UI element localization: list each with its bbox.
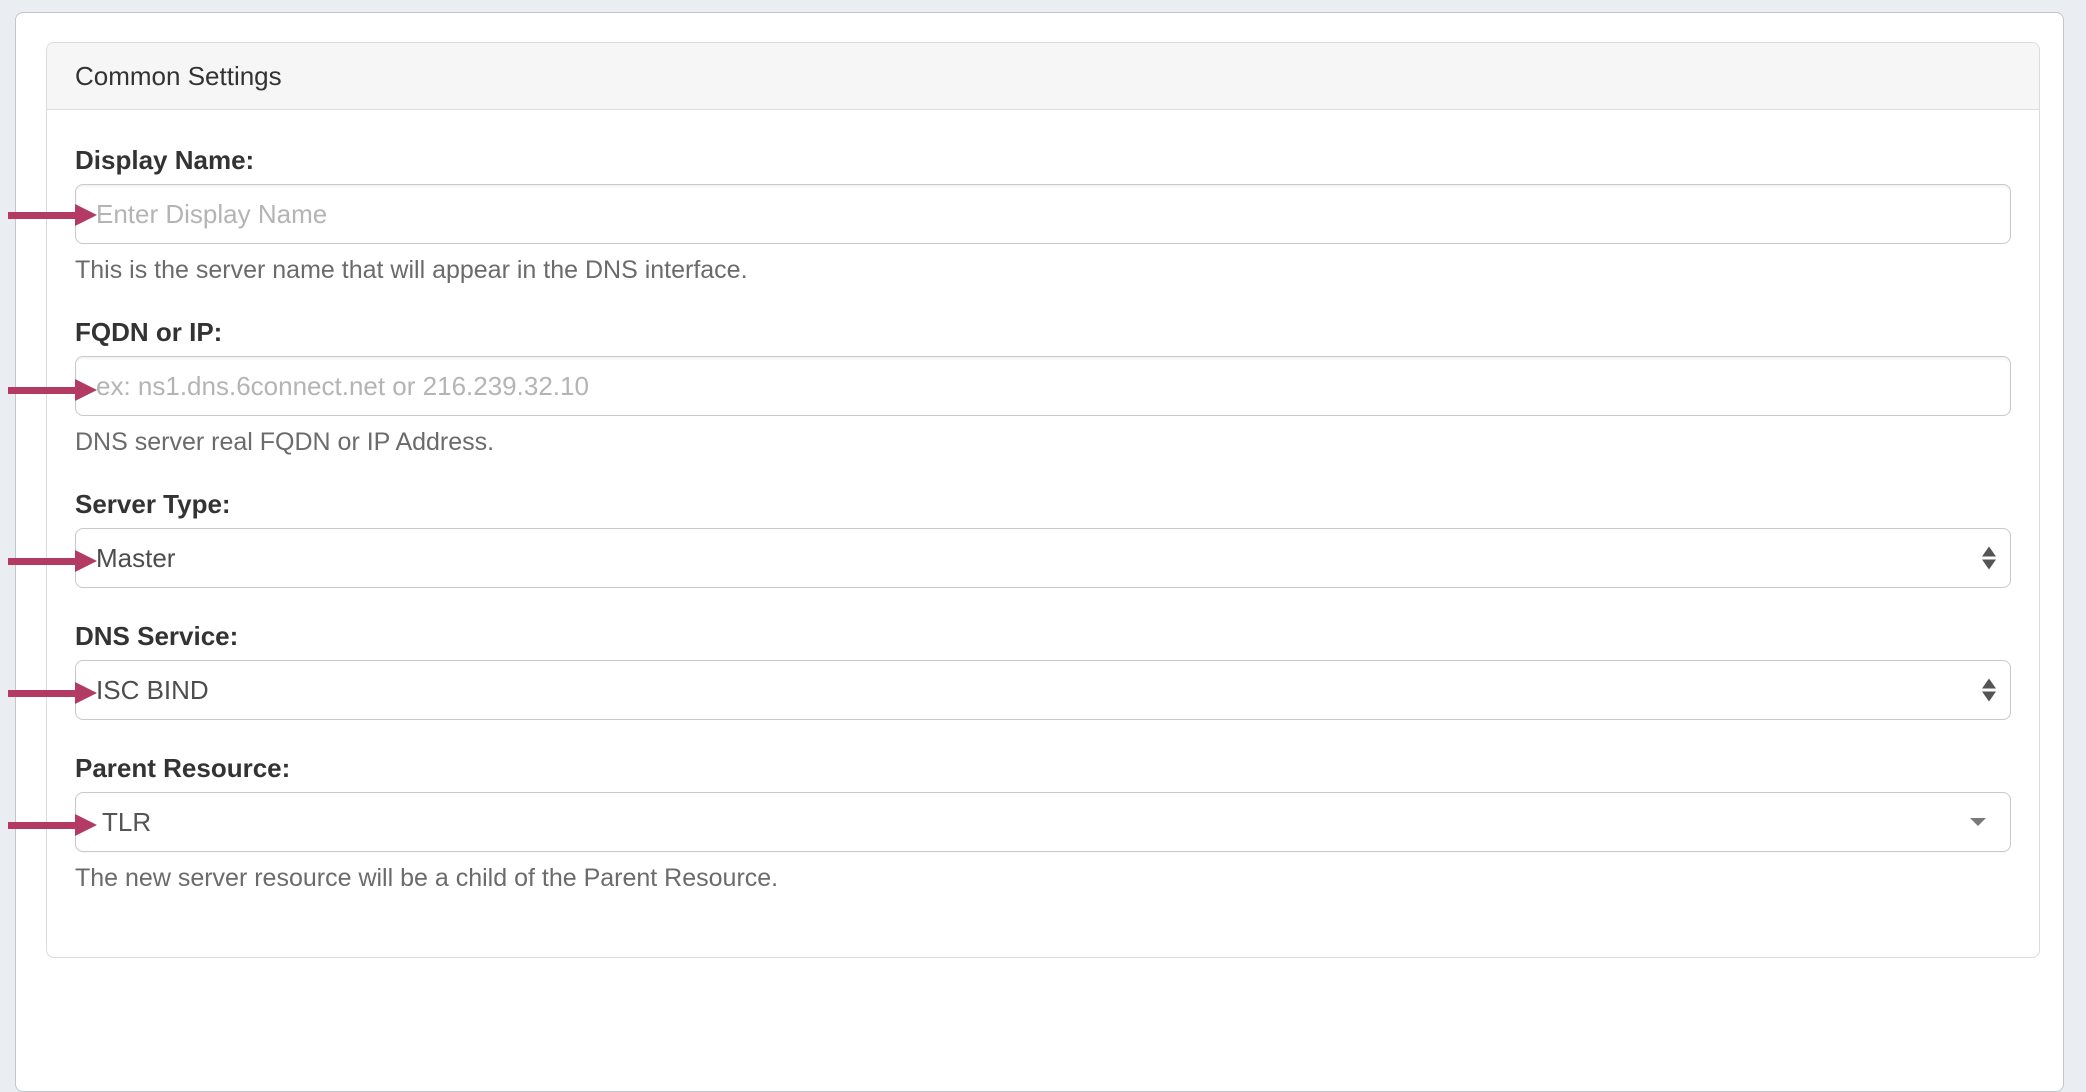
chevron-down-icon [1970, 818, 1986, 826]
panel-header: Common Settings [47, 43, 2039, 110]
parent-resource-help-text: The new server resource will be a child … [75, 864, 2011, 892]
fqdn-ip-label: FQDN or IP: [75, 318, 2011, 346]
select-updown-icon [1982, 679, 1996, 702]
select-updown-icon [1982, 547, 1996, 570]
parent-resource-dropdown[interactable]: TLR [75, 792, 2011, 852]
dns-service-field-group: DNS Service: ISC BIND [75, 622, 2011, 720]
panel-title: Common Settings [75, 61, 282, 92]
dns-service-select[interactable]: ISC BIND [75, 660, 2011, 720]
dns-service-label: DNS Service: [75, 622, 2011, 650]
server-type-select[interactable]: Master [75, 528, 2011, 588]
panel-body: Display Name: This is the server name th… [47, 110, 2039, 892]
common-settings-panel: Common Settings Display Name: This is th… [46, 42, 2040, 958]
parent-resource-selected-value: TLR [102, 807, 151, 838]
server-type-label: Server Type: [75, 490, 2011, 518]
parent-resource-field-group: Parent Resource: TLR The new server reso… [75, 754, 2011, 892]
server-type-field-group: Server Type: Master [75, 490, 2011, 588]
server-type-selected-value: Master [96, 543, 175, 574]
display-name-label: Display Name: [75, 146, 2011, 174]
dns-service-selected-value: ISC BIND [96, 675, 209, 706]
fqdn-ip-field-group: FQDN or IP: DNS server real FQDN or IP A… [75, 318, 2011, 456]
display-name-field-group: Display Name: This is the server name th… [75, 146, 2011, 284]
fqdn-ip-input[interactable] [75, 356, 2011, 416]
display-name-help-text: This is the server name that will appear… [75, 256, 2011, 284]
fqdn-ip-help-text: DNS server real FQDN or IP Address. [75, 428, 2011, 456]
content-card: Common Settings Display Name: This is th… [15, 12, 2064, 1092]
display-name-input[interactable] [75, 184, 2011, 244]
parent-resource-label: Parent Resource: [75, 754, 2011, 782]
